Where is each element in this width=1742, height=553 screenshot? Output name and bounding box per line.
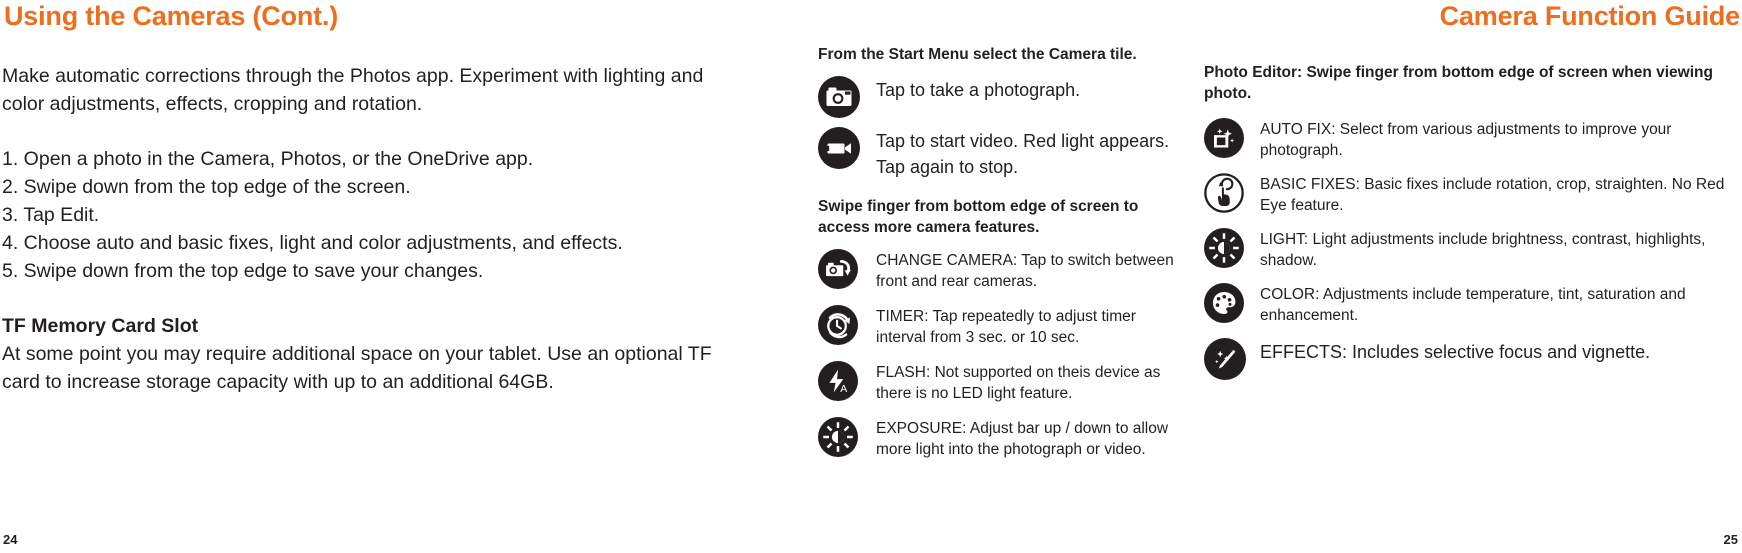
intro-paragraph: Make automatic corrections through the P… [2, 65, 704, 115]
list-item: Tap to start video. Red light appears. T… [818, 127, 1186, 180]
middle-column: From the Start Menu select the Camera ti… [818, 44, 1186, 473]
page-number-right: 25 [1723, 532, 1738, 547]
change-camera-icon [818, 249, 862, 289]
step-3: 3. Tap Edit. [2, 204, 100, 226]
section-title-tf-memory-card-slot: TF Memory Card Slot [2, 315, 199, 337]
list-item-label: AUTO FIX: Select from various adjustment… [1260, 121, 1672, 159]
primary-camera-controls: Tap to take a photograph. Tap to start v… [818, 76, 1186, 180]
lead-start-menu: From the Start Menu select the Camera ti… [818, 46, 1137, 63]
list-item-label: EXPOSURE: Adjust bar up / down to allow … [876, 420, 1169, 458]
auto-fix-icon [1204, 118, 1248, 158]
lead-swipe-features: Swipe finger from bottom edge of screen … [818, 198, 1139, 236]
step-4: 4. Choose auto and basic fixes, light an… [2, 232, 623, 254]
timer-icon [818, 305, 862, 345]
step-1: 1. Open a photo in the Camera, Photos, o… [2, 148, 534, 170]
light-icon [1204, 228, 1248, 268]
list-item: Tap to take a photograph. [818, 76, 1186, 118]
video-camera-icon [818, 127, 862, 169]
list-item: AUTO FIX: Select from various adjustment… [1204, 118, 1740, 161]
list-item-label: TIMER: Tap repeatedly to adjust timer in… [876, 308, 1136, 346]
color-palette-icon [1204, 283, 1248, 323]
effects-icon [1204, 338, 1248, 380]
list-item-label: Tap to take a photograph. [876, 80, 1081, 100]
list-item-label: COLOR: Adjustments include temperature, … [1260, 286, 1686, 324]
list-item: EFFECTS: Includes selective focus and vi… [1204, 338, 1740, 380]
list-item: EXPOSURE: Adjust bar up / down to allow … [818, 417, 1186, 460]
list-item: BASIC FIXES: Basic fixes include rotatio… [1204, 173, 1740, 216]
left-column: Make automatic corrections through the P… [2, 62, 750, 396]
right-column: Photo Editor: Swipe finger from bottom e… [1204, 62, 1740, 389]
step-5: 5. Swipe down from the top edge to save … [2, 260, 484, 282]
section-body-tf-memory-card-slot: At some point you may require additional… [2, 343, 712, 393]
page-number-left: 24 [3, 532, 18, 547]
list-item-label: EFFECTS: Includes selective focus and vi… [1260, 342, 1651, 362]
list-item: CHANGE CAMERA: Tap to switch between fro… [818, 249, 1186, 292]
lead-photo-editor: Photo Editor: Swipe finger from bottom e… [1204, 64, 1713, 102]
flash-auto-icon: A [818, 361, 862, 401]
manual-spread: Using the Cameras (Cont.) Camera Functio… [0, 0, 1742, 553]
step-2: 2. Swipe down from the top edge of the s… [2, 176, 411, 198]
camera-icon [818, 76, 862, 118]
list-item-label: FLASH: Not supported on theis device as … [876, 364, 1161, 402]
page-title-left: Using the Cameras (Cont.) [4, 1, 339, 31]
page-title-right: Camera Function Guide [1439, 1, 1741, 31]
list-item-label: LIGHT: Light adjustments include brightn… [1260, 231, 1706, 269]
list-item: LIGHT: Light adjustments include brightn… [1204, 228, 1740, 271]
basic-fixes-icon [1204, 173, 1248, 213]
list-item-label: BASIC FIXES: Basic fixes include rotatio… [1260, 176, 1725, 214]
exposure-icon [818, 417, 862, 457]
camera-feature-list: CHANGE CAMERA: Tap to switch between fro… [818, 249, 1186, 460]
list-item: A FLASH: Not supported on theis device a… [818, 361, 1186, 404]
svg-text:A: A [840, 384, 847, 395]
photo-editor-list: AUTO FIX: Select from various adjustment… [1204, 118, 1740, 380]
list-item-label: CHANGE CAMERA: Tap to switch between fro… [876, 252, 1174, 290]
list-item: COLOR: Adjustments include temperature, … [1204, 283, 1740, 326]
list-item: TIMER: Tap repeatedly to adjust timer in… [818, 305, 1186, 348]
list-item-label: Tap to start video. Red light appears. T… [876, 131, 1170, 177]
